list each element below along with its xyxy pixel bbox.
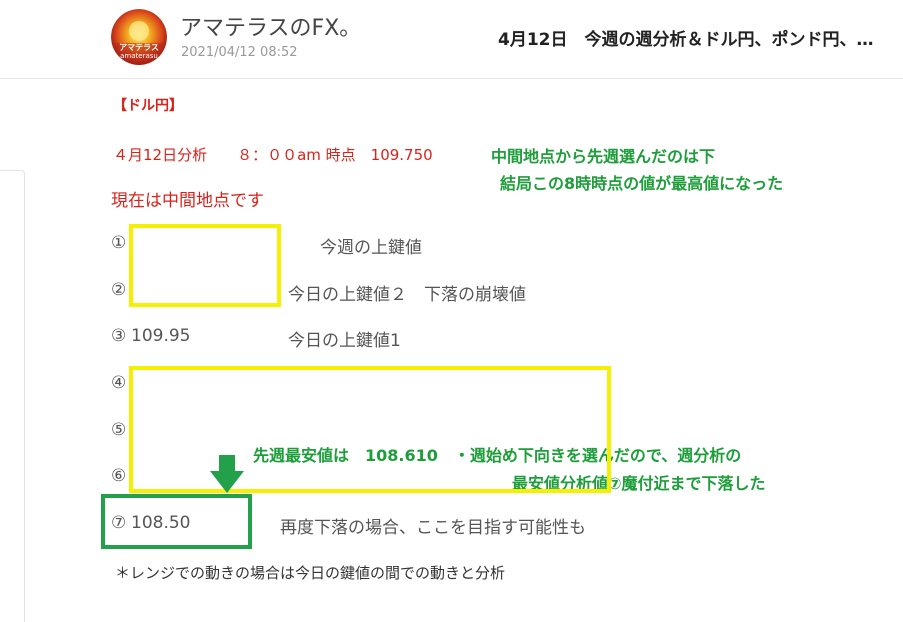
level-2-note: 今日の上鍵値２ 下落の崩壊値 bbox=[288, 285, 526, 305]
post-header: アマテラス amaterasu アマテラスのFX。 2021/04/12 08:… bbox=[0, 0, 903, 79]
level-1-note: 今週の上鍵値 bbox=[320, 238, 422, 258]
level-2-marker: ② bbox=[111, 280, 127, 300]
analysis-line: ４月12日分析 ８：００am 時点 109.750 bbox=[113, 146, 433, 164]
level-1-marker: ① bbox=[111, 233, 127, 253]
annotation-top-line1: 中間地点から先週選んだのは下 bbox=[491, 147, 716, 166]
level-5-marker: ⑤ bbox=[111, 420, 127, 440]
annotation-top-line2: 結局この8時時点の値が最高値になった bbox=[500, 174, 784, 193]
highlight-box-level-4-6 bbox=[129, 366, 611, 493]
highlight-box-level-7 bbox=[101, 494, 252, 549]
level-3-marker: ③ bbox=[111, 326, 127, 346]
blog-avatar[interactable]: アマテラス amaterasu bbox=[111, 9, 167, 65]
level-6-marker: ⑥ bbox=[111, 466, 127, 486]
section-heading: 【ドル円】 bbox=[113, 98, 183, 114]
down-arrow-icon bbox=[210, 455, 244, 493]
level-7-note: 再度下落の場合、ここを目指す可能性も bbox=[280, 518, 586, 538]
article-title[interactable]: 4月12日 今週の週分析＆ドル円、ポンド円、ユーロ円 bbox=[498, 25, 883, 50]
highlight-box-level-1-2 bbox=[129, 224, 281, 307]
level-3-value: 109.95 bbox=[131, 326, 191, 346]
sidebar-edge bbox=[0, 170, 25, 622]
blog-name[interactable]: アマテラスのFX。 bbox=[180, 10, 361, 42]
level-3-note: 今日の上鍵値1 bbox=[288, 331, 401, 351]
level-4-marker: ④ bbox=[111, 373, 127, 393]
footnote: ＊レンジでの動きの場合は今日の鍵値の間での動きと分析 bbox=[115, 564, 506, 582]
avatar-subtext: amaterasu bbox=[120, 52, 158, 60]
current-status: 現在は中間地点です bbox=[111, 191, 264, 211]
post-date: 2021/04/12 08:52 bbox=[181, 45, 298, 60]
